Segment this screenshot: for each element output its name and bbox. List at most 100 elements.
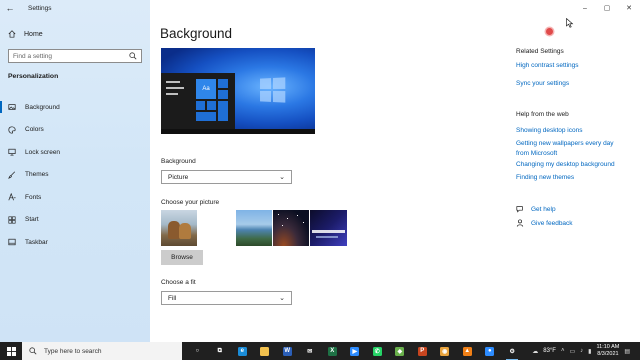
choose-picture-label: Choose your picture [161, 199, 220, 206]
app-title: Settings [28, 4, 52, 12]
taskbar-app[interactable]: ⧉ [209, 342, 232, 360]
taskbar-app[interactable]: ▶ [344, 342, 367, 360]
nav-item-label: Colors [25, 126, 44, 134]
chevron-down-icon: ⌄ [279, 174, 285, 181]
link-sync-settings[interactable]: Sync your settings [516, 79, 569, 89]
clock[interactable]: 11:10 AM 8/3/2021 [596, 344, 619, 358]
nav-item-lock-screen[interactable]: Lock screen [0, 141, 150, 164]
link-find-themes[interactable]: Finding new themes [516, 173, 574, 183]
picture-thumbnail[interactable] [161, 210, 197, 246]
feedback-icon [516, 219, 524, 227]
nav-item-themes[interactable]: Themes [0, 164, 150, 187]
taskbar: Type here to search ○ ⧉ e W ✉ X ▶ ✆ ◆ P ◉ ▲ ● ⚙ ☁ 83°… [0, 342, 640, 360]
network-icon[interactable]: ▭ [570, 348, 576, 355]
system-tray: ☁ 83°F ˄ ▭ ♪ ▮ 11:10 AM 8/3/2021 ▤ [532, 342, 640, 360]
preview-taskbar [161, 129, 315, 134]
battery-icon[interactable]: ▮ [588, 348, 591, 355]
preview-tile [196, 101, 205, 110]
taskbar-app[interactable]: ▲ [456, 342, 479, 360]
taskbar-app[interactable]: P [411, 342, 434, 360]
preview-tile [218, 90, 228, 99]
maximize-button[interactable]: ▢ [596, 0, 618, 16]
start-button[interactable] [0, 342, 22, 360]
preview-menu-line [166, 93, 178, 95]
get-help-link[interactable]: Get help [531, 206, 556, 213]
nav-item-start[interactable]: Start [0, 209, 150, 232]
taskbar-app[interactable]: X [321, 342, 344, 360]
taskbar-app[interactable]: ◆ [389, 342, 412, 360]
thumbnail-star [303, 222, 304, 223]
mail-icon: ✉ [305, 346, 315, 356]
taskbar-search[interactable]: Type here to search [22, 342, 182, 360]
nav-item-label: Start [25, 216, 39, 224]
taskbar-app[interactable]: ✉ [299, 342, 322, 360]
give-feedback-row[interactable]: Give feedback [516, 219, 573, 227]
give-feedback-link[interactable]: Give feedback [531, 220, 573, 227]
nav-item-background[interactable]: Background [0, 96, 150, 119]
zoom-icon: ▶ [350, 346, 360, 356]
link-high-contrast[interactable]: High contrast settings [516, 61, 579, 71]
chevron-up-icon[interactable]: ˄ [561, 348, 565, 354]
back-arrow-icon: ← [5, 3, 15, 13]
preview-tile [196, 112, 216, 121]
taskbar-app[interactable]: ○ [186, 342, 209, 360]
find-setting-input[interactable] [13, 52, 123, 60]
whatsapp-icon: ✆ [372, 346, 382, 356]
nav-item-label: Taskbar [25, 238, 48, 246]
picture-thumbnail[interactable] [273, 210, 309, 246]
preview-tile [218, 79, 228, 88]
window-controls: – ▢ ✕ [574, 0, 640, 16]
notifications-icon[interactable]: ▤ [624, 348, 630, 355]
brush-icon [8, 171, 16, 179]
taskbar-app[interactable]: W [276, 342, 299, 360]
nav-item-taskbar[interactable]: Taskbar [0, 231, 150, 254]
taskbar-icon [8, 238, 16, 246]
section-title: Personalization [8, 73, 59, 80]
taskbar-app[interactable]: ✆ [366, 342, 389, 360]
get-help-row[interactable]: Get help [516, 205, 556, 213]
preview-tile [207, 101, 216, 110]
taskbar-app[interactable]: e [231, 342, 254, 360]
taskbar-app[interactable]: ◉ [434, 342, 457, 360]
background-dropdown[interactable]: Picture ⌄ [161, 170, 292, 184]
link-change-background[interactable]: Changing my desktop background [516, 160, 615, 170]
nav-item-colors[interactable]: Colors [0, 119, 150, 142]
weather-icon[interactable]: ☁ [532, 348, 538, 355]
page-title: Background [160, 26, 233, 41]
taskbar-search-placeholder: Type here to search [44, 347, 102, 355]
picture-thumbnail[interactable] [236, 210, 272, 246]
picture-thumbnail[interactable] [310, 210, 347, 246]
file-explorer-icon [260, 346, 270, 356]
minimize-button[interactable]: – [574, 0, 596, 16]
fit-dropdown[interactable]: Fill ⌄ [161, 291, 292, 305]
thumbnail-star [282, 225, 283, 226]
palette-icon [8, 126, 16, 134]
link-desktop-icons[interactable]: Showing desktop icons [516, 126, 583, 136]
preview-tile [218, 101, 228, 121]
preview-menu-line [166, 87, 184, 89]
thumbnail-star [297, 215, 298, 216]
background-label: Background [161, 158, 196, 165]
taskbar-app[interactable]: ● [479, 342, 502, 360]
search-icon[interactable] [129, 52, 137, 60]
bluestacks-icon: ◆ [395, 346, 405, 356]
word-icon: W [282, 346, 292, 356]
weather-temp[interactable]: 83°F [543, 348, 556, 354]
link-new-wallpapers[interactable]: Getting new wallpapers every day from Mi… [516, 139, 626, 158]
nav-list: Background Colors Lock screen Themes Fon… [0, 96, 150, 254]
browse-button[interactable]: Browse [161, 250, 203, 265]
taskbar-app[interactable] [254, 342, 277, 360]
back-button[interactable]: ← [0, 0, 20, 16]
volume-icon[interactable]: ♪ [580, 348, 583, 354]
find-setting-box[interactable] [8, 49, 142, 63]
font-icon [8, 193, 16, 201]
background-value: Picture [168, 173, 189, 181]
nav-item-fonts[interactable]: Fonts [0, 186, 150, 209]
thumbnail-figure [179, 223, 191, 239]
taskbar-app[interactable]: ⚙ [501, 342, 524, 360]
close-button[interactable]: ✕ [618, 0, 640, 16]
monitor-icon [8, 148, 16, 156]
nav-home[interactable]: Home [8, 29, 43, 39]
start-icon [8, 216, 16, 224]
preview-menu-line [166, 81, 180, 83]
